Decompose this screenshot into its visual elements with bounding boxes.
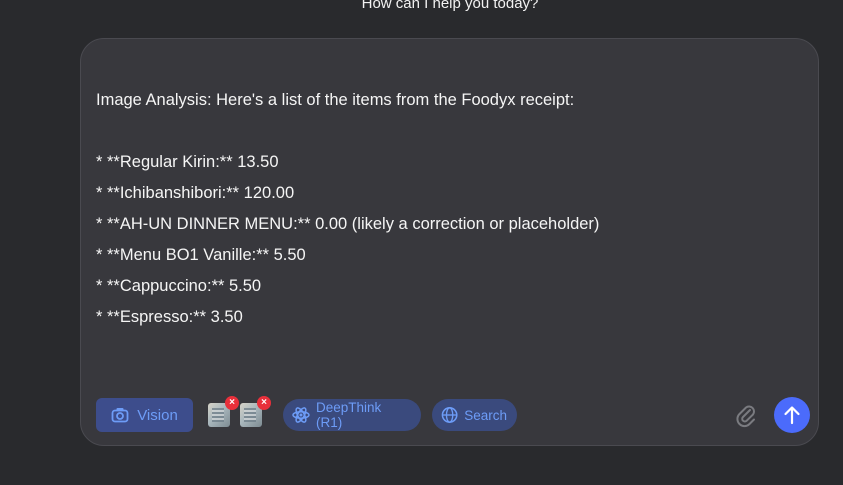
globe-icon xyxy=(441,407,458,423)
arrow-up-icon xyxy=(784,406,800,425)
image-thumbnail[interactable]: × xyxy=(208,396,239,427)
deepthink-label: DeepThink (R1) xyxy=(315,400,382,430)
remove-x-icon[interactable]: × xyxy=(225,396,239,410)
page-heading: How can I help you today? xyxy=(361,0,539,12)
image-thumbnail[interactable]: × xyxy=(240,396,271,427)
deepthink-button[interactable]: DeepThink (R1) xyxy=(283,399,421,431)
vision-button[interactable]: Vision xyxy=(96,398,193,432)
search-button[interactable]: Search xyxy=(432,399,517,431)
paperclip-icon[interactable] xyxy=(735,404,757,428)
message-line: * **AH-UN DINNER MENU:** 0.00 (likely a … xyxy=(96,215,600,233)
composer-toolbar: Vision × × DeepThink (R1) Search xyxy=(96,396,810,433)
search-label: Search xyxy=(464,407,507,423)
remove-x-icon[interactable]: × xyxy=(257,396,271,410)
message-line: * **Cappuccino:** 5.50 xyxy=(96,277,262,295)
message-text[interactable]: Image Analysis: Here's a list of the ite… xyxy=(96,85,796,333)
message-line: * **Espresso:** 3.50 xyxy=(96,308,243,326)
message-line: * **Regular Kirin:** 13.50 xyxy=(96,153,279,171)
message-line: * **Menu BO1 Vanille:** 5.50 xyxy=(96,246,306,264)
message-line: Image Analysis: Here's a list of the ite… xyxy=(96,91,575,109)
message-line: * **Ichibanshibori:** 120.00 xyxy=(96,184,295,202)
chat-input-box[interactable]: Image Analysis: Here's a list of the ite… xyxy=(80,38,819,446)
camera-icon xyxy=(111,408,129,423)
vision-label: Vision xyxy=(137,406,178,424)
send-button[interactable] xyxy=(774,397,810,433)
atom-icon xyxy=(292,407,310,423)
